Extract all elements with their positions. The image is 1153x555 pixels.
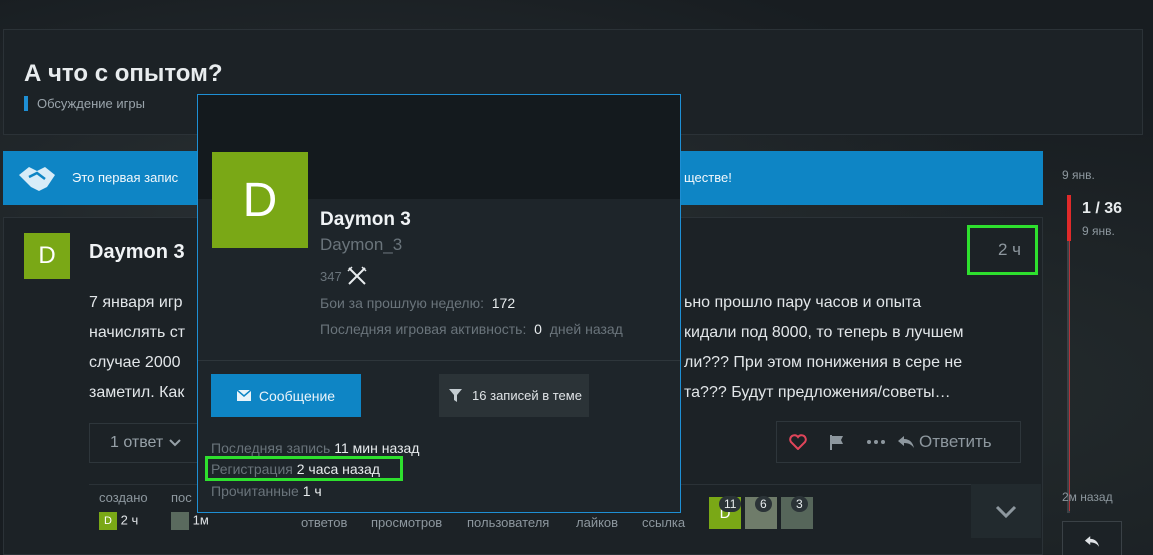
post-line-right: ьно прошло пару часов и опыта xyxy=(684,294,922,311)
flag-icon xyxy=(830,434,843,450)
likes-label: лайков xyxy=(576,515,619,530)
read-label: Прочитанные xyxy=(211,483,299,499)
category-link[interactable]: Обсуждение игры xyxy=(24,96,145,111)
user-name[interactable]: Daymon 3 xyxy=(320,209,411,231)
activity-value: 0 xyxy=(534,321,542,337)
heart-icon xyxy=(789,434,807,450)
participant-avatar[interactable]: 6 xyxy=(745,496,777,529)
participant-count: 6 xyxy=(755,496,772,512)
post-line-left: случае 2000 xyxy=(89,354,181,371)
post-line-left: начислять ст xyxy=(89,324,186,341)
last-value: 1м xyxy=(171,512,209,530)
created-label: создано xyxy=(99,490,148,505)
timeline-reply-button[interactable] xyxy=(1062,521,1122,555)
battles-stat: Бои за прошлую неделю: 172 xyxy=(320,295,515,311)
read-meta: Прочитанные 1 ч xyxy=(211,483,322,499)
timeline-handle[interactable] xyxy=(1067,195,1071,241)
like-button[interactable] xyxy=(789,434,807,450)
message-button[interactable]: Сообщение xyxy=(211,374,361,417)
battles-value: 172 xyxy=(491,295,516,311)
participant-count: 3 xyxy=(791,496,808,512)
reply-label: Ответить xyxy=(919,432,992,451)
reply-icon xyxy=(1084,535,1100,547)
activity-suffix: дней назад xyxy=(549,321,623,337)
timeline-ago[interactable]: 2м назад xyxy=(1062,490,1113,504)
banner-text-left: Это первая запис xyxy=(72,170,179,185)
avatar xyxy=(171,512,189,530)
last-time: 1м xyxy=(192,512,209,528)
timeline-progress xyxy=(1069,241,1070,511)
created-value: D 2 ч xyxy=(99,512,138,530)
last-post-meta: Последняя запись 11 мин назад xyxy=(211,440,419,456)
highlight-box xyxy=(205,456,403,481)
users-label: пользователя xyxy=(467,515,550,530)
post-line-left: заметил. Как xyxy=(89,384,185,401)
banner-text-right: ществе! xyxy=(684,170,732,185)
answers-label: ответов xyxy=(301,515,348,530)
battles-label: Бои за прошлую неделю: xyxy=(320,295,484,311)
post-author[interactable]: Daymon 3 xyxy=(89,241,185,264)
chevron-down-icon xyxy=(995,505,1017,518)
participant-avatar[interactable]: 3 xyxy=(781,496,813,529)
message-label: Сообщение xyxy=(258,387,336,404)
page-title: А что с опытом? xyxy=(24,60,223,87)
rating-value: 347 xyxy=(320,268,342,284)
chevron-down-icon xyxy=(169,439,181,447)
participant-count: 11 xyxy=(719,496,742,512)
timeline-date: 9 янв. xyxy=(1082,224,1115,238)
expand-summary-button[interactable] xyxy=(971,484,1041,538)
avatar: D xyxy=(99,512,117,530)
post-line-right: та??? Будут предложения/советы… xyxy=(684,384,951,401)
replies-label: 1 ответ xyxy=(110,434,164,451)
timeline-position: 1 / 36 xyxy=(1082,200,1123,217)
posts-label: 16 записей в теме xyxy=(472,388,582,403)
filter-posts-button[interactable]: 16 записей в теме xyxy=(439,374,589,417)
read-value: 1 ч xyxy=(302,483,322,499)
avatar[interactable]: D xyxy=(24,233,70,279)
links-label: ссылка xyxy=(642,515,686,530)
divider xyxy=(198,360,680,361)
user-username: Daymon_3 xyxy=(320,235,403,254)
last-label: пос xyxy=(171,490,192,505)
reply-button[interactable]: Ответить xyxy=(897,432,992,452)
envelope-icon xyxy=(236,390,251,401)
views-label: просмотров xyxy=(371,515,443,530)
last-post-value: 11 мин назад xyxy=(334,440,420,456)
flag-button[interactable] xyxy=(829,434,845,451)
more-button[interactable] xyxy=(867,440,885,444)
post-line-left: 7 января игр xyxy=(89,294,183,311)
handshake-icon xyxy=(19,167,55,191)
crossed-swords-icon xyxy=(347,266,367,285)
timeline-date-top[interactable]: 9 янв. xyxy=(1062,168,1095,182)
last-post-label: Последняя запись xyxy=(211,440,331,456)
post-time[interactable]: 2 ч xyxy=(967,225,1038,275)
avatar[interactable]: D xyxy=(212,152,308,248)
user-card: D Daymon 3 Daymon_3 347 Бои за прошлую н… xyxy=(197,94,681,513)
activity-label: Последняя игровая активность: xyxy=(320,321,527,337)
post-line-right: ли??? При этом понижения в сере не xyxy=(684,354,963,371)
reply-icon xyxy=(898,436,914,448)
filter-icon xyxy=(449,388,462,402)
user-rating: 347 xyxy=(320,265,368,287)
participant-avatar[interactable]: D 11 xyxy=(709,496,742,529)
post-actions: Ответить xyxy=(776,421,1021,463)
post-line-right: кидали под 8000, то теперь в лучшем xyxy=(684,324,964,341)
replies-toggle-button[interactable]: 1 ответ xyxy=(89,423,207,463)
ellipsis-icon xyxy=(867,440,885,444)
created-time: 2 ч xyxy=(120,512,139,528)
activity-stat: Последняя игровая активность: 0 дней наз… xyxy=(320,321,623,337)
